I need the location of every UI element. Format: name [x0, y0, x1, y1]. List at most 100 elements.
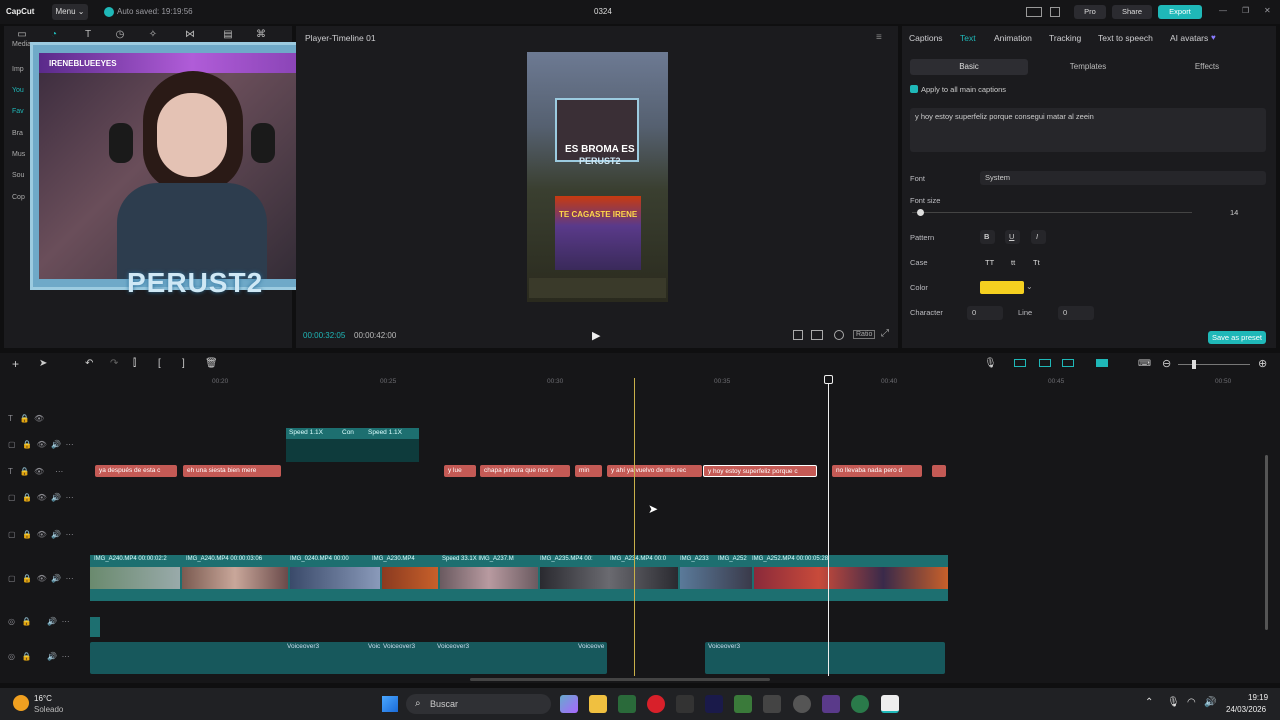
epic-games-icon[interactable]: [676, 695, 694, 713]
small-clip[interactable]: [90, 617, 100, 637]
tab-tracking[interactable]: Tracking: [1049, 33, 1081, 43]
zoom-slider-handle[interactable]: [1192, 360, 1196, 369]
transition-tab-icon[interactable]: ⋈: [181, 27, 199, 43]
fullscreen-icon[interactable]: ⤢: [881, 328, 889, 339]
minimize-icon[interactable]: —: [1219, 6, 1227, 15]
volume-icon[interactable]: 🔊: [1204, 697, 1216, 708]
caption-clip[interactable]: eh una siesta bien mere: [183, 465, 281, 477]
caption-clip[interactable]: min: [575, 465, 602, 477]
template-tab-icon[interactable]: ⌘: [252, 27, 270, 43]
taskbar-search[interactable]: ⌕ Buscar: [406, 694, 551, 714]
audio-clip[interactable]: Voiceover3: [705, 642, 945, 674]
bold-button[interactable]: B: [980, 230, 995, 244]
speed-clip-group[interactable]: Speed 1.1X Con Speed 1.1X: [286, 428, 419, 462]
preview-video[interactable]: ES BROMA ES PERUST2 TE CAGASTE IRENE: [527, 52, 668, 302]
track-controls-main[interactable]: ▢ 🔒 👁 🔊 ⋯: [8, 574, 86, 586]
tab-text[interactable]: Text: [960, 33, 976, 43]
capcut-taskbar-icon[interactable]: [881, 695, 899, 713]
filter-tab-icon[interactable]: ✧: [144, 27, 162, 43]
tab-text-to-speech[interactable]: Text to speech: [1098, 33, 1153, 43]
track-controls-audio2[interactable]: ◎ 🔒 🔊 ⋯: [8, 652, 86, 664]
timeline-scrollbar[interactable]: [1265, 455, 1268, 630]
zoom-out-icon[interactable]: ⊖: [1162, 357, 1171, 370]
caption-clip[interactable]: chapa pintura que nos v: [480, 465, 570, 477]
pro-button[interactable]: Pro: [1074, 5, 1106, 19]
italic-button[interactable]: I: [1031, 230, 1046, 244]
case-upper[interactable]: TT: [985, 258, 994, 267]
caption-clip[interactable]: ya después de esta c: [95, 465, 177, 477]
ratio-button[interactable]: Ratio: [853, 330, 876, 339]
playhead[interactable]: [828, 378, 829, 676]
subtab-templates[interactable]: Templates: [1030, 59, 1146, 75]
caption-clip[interactable]: no llevaba nada pero d: [832, 465, 922, 477]
font-size-slider-handle[interactable]: [917, 209, 924, 216]
subtab-effects[interactable]: Effects: [1148, 59, 1266, 75]
crop-icon[interactable]: [793, 330, 803, 340]
menu-button[interactable]: Menu ⌄: [52, 4, 88, 20]
focus-icon[interactable]: [834, 330, 844, 340]
caption-text-input[interactable]: y hoy estoy superfeliz porque consegui m…: [910, 108, 1266, 152]
clock-time[interactable]: 19:19: [1248, 693, 1268, 702]
apply-all-checkbox[interactable]: [910, 85, 918, 93]
tab-captions[interactable]: Captions: [909, 33, 943, 43]
copilot-icon[interactable]: [560, 695, 578, 713]
play-icon[interactable]: ▶: [592, 329, 600, 342]
color-dropdown-icon[interactable]: ⌄: [1026, 282, 1033, 291]
maximize-icon[interactable]: ❐: [1242, 6, 1249, 15]
snap-icon[interactable]: [1039, 359, 1051, 367]
excel-icon[interactable]: [734, 695, 752, 713]
player-menu-icon[interactable]: ≡: [876, 32, 882, 43]
timeline-h-scrollbar[interactable]: [470, 678, 770, 681]
after-effects-icon[interactable]: [705, 695, 723, 713]
tray-chevron-icon[interactable]: ⌃: [1145, 697, 1153, 708]
track-controls-text1[interactable]: T 🔒 👁: [8, 414, 86, 426]
delete-icon[interactable]: 🗑: [205, 358, 218, 369]
magnet-icon[interactable]: [1096, 359, 1108, 367]
calendar-icon[interactable]: [763, 695, 781, 713]
link-icon[interactable]: [1014, 359, 1026, 367]
track-controls-captions[interactable]: T 🔒 👁 ⋯: [8, 467, 86, 479]
trim-right-icon[interactable]: ]: [182, 358, 185, 369]
minecraft-icon[interactable]: [618, 695, 636, 713]
export-button[interactable]: Export: [1158, 5, 1202, 19]
caption-clip[interactable]: y lue: [444, 465, 476, 477]
underline-button[interactable]: U: [1005, 230, 1020, 244]
close-icon[interactable]: ✕: [1264, 6, 1271, 15]
case-lower[interactable]: tt: [1011, 258, 1015, 267]
undo-icon[interactable]: ↶: [85, 358, 93, 369]
split-icon[interactable]: ⫿: [133, 358, 136, 369]
redo-icon[interactable]: ↷: [110, 358, 118, 369]
tab-ai-avatars[interactable]: AI avatars: [1170, 33, 1208, 43]
font-size-slider[interactable]: [912, 212, 1192, 213]
track-controls-audio1[interactable]: ◎ 🔒 🔊 ⋯: [8, 617, 86, 629]
playhead-handle[interactable]: [824, 375, 833, 384]
line-input[interactable]: 0: [1058, 306, 1094, 320]
opera-icon[interactable]: [647, 695, 665, 713]
add-track-icon[interactable]: +: [12, 357, 19, 371]
caption-clip-selected[interactable]: y hoy estoy superfeliz porque c: [703, 465, 817, 477]
file-explorer-icon[interactable]: [589, 695, 607, 713]
color-swatch[interactable]: [980, 281, 1024, 294]
layout-icon[interactable]: [1026, 7, 1042, 17]
steam-icon[interactable]: [793, 695, 811, 713]
audio-clip[interactable]: Voiceover3 Voic Voiceover3 Voiceover3 Vo…: [90, 642, 607, 674]
quality-icon[interactable]: [811, 330, 823, 340]
adjust-tab-icon[interactable]: ▤: [219, 27, 237, 43]
tab-animation[interactable]: Animation: [994, 33, 1032, 43]
caption-tool-icon[interactable]: ⌨: [1138, 358, 1151, 369]
text-tab-icon[interactable]: T: [79, 27, 97, 43]
obs-icon[interactable]: [851, 695, 869, 713]
clock-date[interactable]: 24/03/2026: [1226, 705, 1266, 714]
trim-left-icon[interactable]: [: [158, 358, 161, 369]
weather-icon[interactable]: [13, 695, 29, 711]
caption-clip[interactable]: [932, 465, 946, 477]
window-icon[interactable]: [1050, 7, 1060, 17]
character-input[interactable]: 0: [967, 306, 1003, 320]
effects-tab-icon[interactable]: ◔: [45, 27, 63, 43]
share-button[interactable]: Share: [1112, 5, 1152, 19]
save-preset-button[interactable]: Save as preset: [1208, 331, 1266, 344]
wifi-icon[interactable]: ◠: [1187, 697, 1196, 708]
track-controls-overlay[interactable]: ▢ 🔒 👁 🔊 ⋯: [8, 440, 86, 452]
font-select[interactable]: System: [980, 171, 1266, 185]
track-controls-overlay2[interactable]: ▢ 🔒 👁 🔊 ⋯: [8, 493, 86, 505]
